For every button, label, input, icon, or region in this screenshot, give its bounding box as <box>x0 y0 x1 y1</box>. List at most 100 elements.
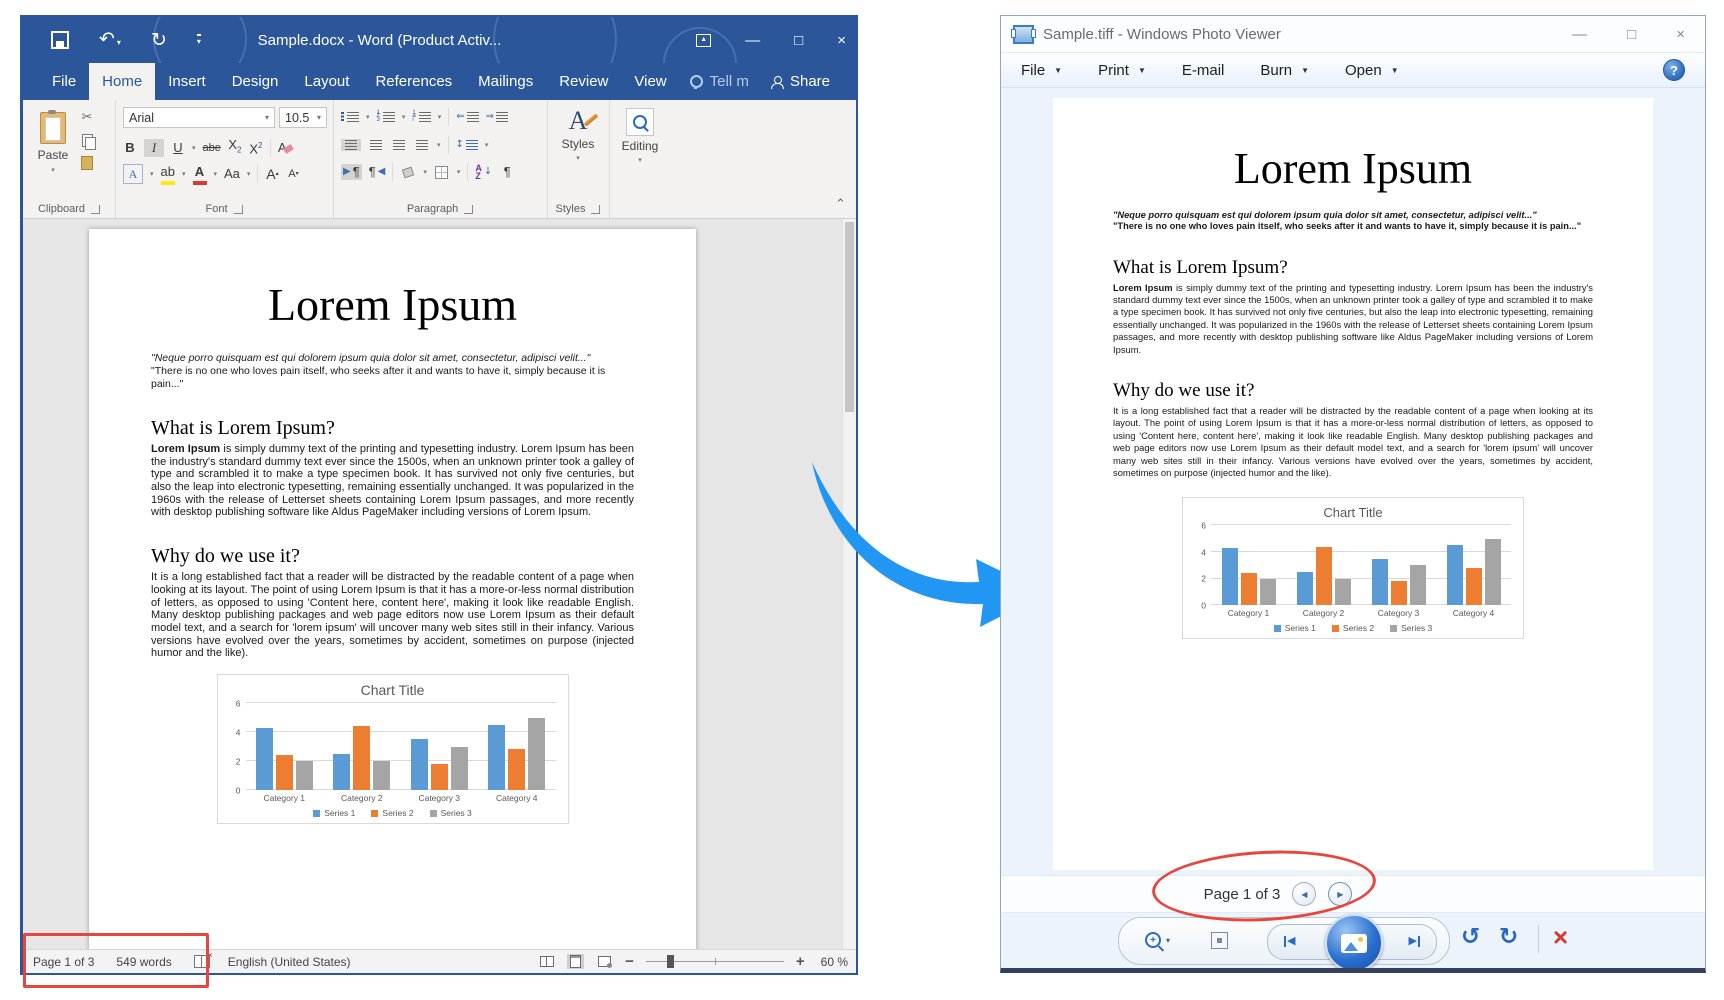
word-document-page[interactable]: Lorem Ipsum "Neque porro quisquam est qu… <box>89 229 696 949</box>
close-button[interactable]: × <box>837 32 846 49</box>
legend-swatch <box>1274 625 1281 632</box>
menu-open[interactable]: Open▼ <box>1345 62 1399 79</box>
editing-button[interactable]: Editing ▾ <box>609 108 671 164</box>
redo-icon[interactable]: ↻ <box>151 31 167 50</box>
y-tick-label: 2 <box>236 757 241 766</box>
play-slideshow-button[interactable] <box>1325 914 1383 968</box>
shrink-font-icon[interactable]: A▾ <box>286 165 300 183</box>
zoom-in-button[interactable]: + <box>796 953 805 970</box>
close-button[interactable]: × <box>1676 26 1685 43</box>
tab-references[interactable]: References <box>362 63 465 100</box>
tab-file[interactable]: File <box>39 63 89 100</box>
scrollbar-thumb[interactable] <box>845 222 854 412</box>
bullet-list-icon[interactable] <box>341 112 359 122</box>
dialog-launcher-icon[interactable] <box>91 205 100 214</box>
numbered-list-icon[interactable]: 123 <box>377 112 395 122</box>
lightbulb-icon <box>690 75 703 88</box>
rotate-counterclockwise-button[interactable]: ↺ <box>1461 923 1480 951</box>
maximize-button[interactable]: □ <box>1627 26 1636 43</box>
strikethrough-button[interactable]: abe <box>203 139 221 157</box>
rotate-clockwise-button[interactable]: ↻ <box>1499 923 1518 951</box>
copy-icon[interactable] <box>82 134 93 147</box>
zoom-button[interactable]: +▾ <box>1145 932 1170 948</box>
zoom-slider-thumb[interactable] <box>667 955 674 968</box>
clear-formatting-icon[interactable]: A <box>278 139 293 157</box>
minimize-button[interactable]: — <box>745 32 760 49</box>
show-paragraph-marks-icon[interactable]: ▶¶ <box>341 164 362 180</box>
save-icon[interactable] <box>51 31 69 49</box>
tell-me-box[interactable]: Tell m <box>680 63 759 100</box>
previous-image-button[interactable]: ◀ <box>1284 933 1295 949</box>
align-left-icon[interactable] <box>341 139 361 151</box>
line-spacing-icon[interactable]: ↕ <box>456 138 478 152</box>
change-case-icon[interactable]: Aa <box>224 165 240 183</box>
tab-layout[interactable]: Layout <box>291 63 362 100</box>
language-status[interactable]: English (United States) <box>228 955 351 969</box>
delete-button[interactable]: × <box>1553 921 1568 953</box>
borders-icon[interactable] <box>434 166 450 179</box>
menu-burn[interactable]: Burn▼ <box>1260 62 1309 79</box>
bold-button[interactable]: B <box>123 139 137 157</box>
decrease-indent-icon[interactable]: ⇐ <box>456 110 478 124</box>
pilcrow-icon[interactable]: ¶ <box>499 165 515 179</box>
tab-review[interactable]: Review <box>546 63 621 100</box>
font-size-select[interactable]: 10.5▾ <box>279 107 327 128</box>
y-tick-label: 0 <box>236 786 241 795</box>
customize-qat-icon[interactable]: ▾ <box>197 34 201 46</box>
tab-insert[interactable]: Insert <box>155 63 219 100</box>
font-group-label: Font <box>115 203 333 215</box>
share-button[interactable]: Share <box>771 63 856 100</box>
justify-icon[interactable] <box>414 140 430 150</box>
ribbon-display-options-icon[interactable]: ▲ <box>696 34 711 47</box>
align-right-icon[interactable] <box>391 140 407 150</box>
dialog-launcher-icon[interactable] <box>464 205 473 214</box>
superscript-button[interactable]: X2 <box>249 137 263 158</box>
tab-design[interactable]: Design <box>219 63 292 100</box>
grow-font-icon[interactable]: A▴ <box>265 165 279 183</box>
tab-mailings[interactable]: Mailings <box>465 63 546 100</box>
fit-to-window-icon[interactable] <box>1211 932 1228 949</box>
sort-icon[interactable]: AZ↓ <box>475 164 492 180</box>
text-effects-icon[interactable]: A <box>123 164 143 184</box>
highlight-color-icon[interactable]: ab <box>161 163 175 185</box>
read-mode-icon[interactable] <box>538 954 555 969</box>
web-layout-icon[interactable] <box>596 954 613 969</box>
paragraph-direction-icon[interactable]: ¶◀ <box>369 165 386 179</box>
subscript-button[interactable]: X2 <box>228 136 242 160</box>
dialog-launcher-icon[interactable] <box>234 205 243 214</box>
shading-icon[interactable] <box>400 167 416 177</box>
chevron-down-icon[interactable]: ▾ <box>192 144 196 152</box>
italic-button[interactable]: I <box>144 139 164 157</box>
collapse-ribbon-icon[interactable]: ⌃ <box>835 196 846 212</box>
font-name-select[interactable]: Arial▾ <box>123 107 275 128</box>
red-highlight-rectangle <box>23 933 209 988</box>
menu-print[interactable]: Print▼ <box>1098 62 1146 79</box>
help-button[interactable]: ? <box>1663 59 1685 81</box>
zoom-percentage[interactable]: 60 % <box>821 955 848 969</box>
multilevel-list-icon[interactable]: 1ai <box>412 112 430 122</box>
print-layout-icon[interactable] <box>567 954 584 969</box>
maximize-button[interactable]: □ <box>794 32 803 49</box>
menu-email[interactable]: E-mail <box>1182 62 1225 79</box>
find-icon <box>626 108 654 136</box>
next-image-button[interactable]: ▶ <box>1409 933 1420 949</box>
align-center-icon[interactable] <box>368 140 384 150</box>
zoom-slider[interactable] <box>646 961 784 962</box>
minimize-button[interactable]: — <box>1572 26 1587 43</box>
font-color-icon[interactable]: A <box>193 163 207 185</box>
dialog-launcher-icon[interactable] <box>591 205 600 214</box>
cut-icon[interactable]: ✂ <box>82 110 93 125</box>
styles-button[interactable]: A Styles ▾ <box>547 108 609 162</box>
ribbon-group-font: Arial▾ 10.5▾ B I U▾ abe X2 X2 A A▾ ab▾ A… <box>115 100 334 218</box>
format-painter-icon[interactable] <box>81 156 93 170</box>
undo-button[interactable]: ↶▾ <box>99 30 121 50</box>
zoom-out-button[interactable]: − <box>625 953 634 970</box>
tab-view[interactable]: View <box>621 63 679 100</box>
paste-button[interactable]: Paste ▾ <box>31 108 75 190</box>
menu-file[interactable]: File▼ <box>1021 62 1062 79</box>
underline-button[interactable]: U <box>171 139 185 157</box>
increase-indent-icon[interactable]: ⇒ <box>486 110 508 124</box>
screenshot-canvas: Sample.docx - Word (Product Activ... ↶▾ … <box>0 0 1724 1000</box>
toolbar-pill: +▾ ◀ ▶ <box>1118 917 1450 965</box>
tab-home[interactable]: Home <box>89 63 155 100</box>
